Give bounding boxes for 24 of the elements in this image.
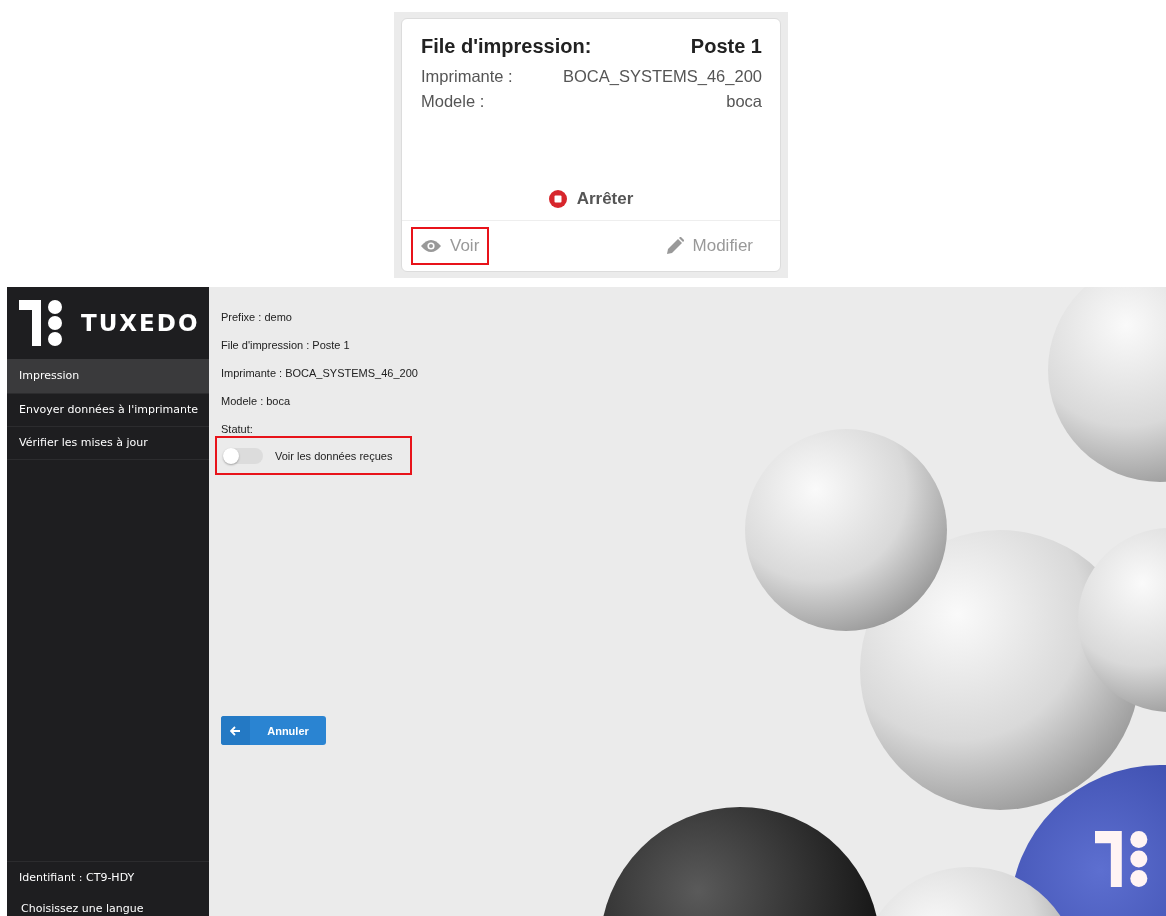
field-label: Modele : — [421, 91, 485, 112]
logo-icon — [19, 300, 65, 346]
pencil-icon — [665, 237, 684, 255]
logo-text: TUXEDO — [81, 310, 200, 336]
field-value: boca — [726, 91, 762, 112]
cancel-button[interactable]: Annuler — [221, 716, 326, 745]
eye-icon — [421, 239, 441, 253]
toggle-switch[interactable] — [223, 447, 263, 464]
language-link[interactable]: Choisissez une langue — [19, 902, 209, 916]
identifier-text: Identifiant : CT9-HDY — [19, 870, 136, 886]
detail-text: File d'impression : Poste 1 — [221, 338, 351, 353]
sidebar-item[interactable]: Impression — [7, 359, 209, 394]
stop-button[interactable]: Arrêter — [548, 189, 634, 220]
detail-text: Imprimante : BOCA_SYSTEMS_46_200 — [221, 366, 419, 381]
stop-icon — [548, 190, 567, 208]
field-label: Imprimante : — [421, 66, 513, 87]
field-value: BOCA_SYSTEMS_46_200 — [562, 66, 762, 87]
toggle-label: Voir les données reçues — [275, 449, 393, 462]
arrow-left-icon — [230, 725, 241, 736]
queue-name: Poste 1 — [690, 35, 762, 58]
detail-text: Modele : boca — [221, 394, 292, 409]
detail-text: Prefixe : demo — [221, 310, 293, 325]
detail-text: Statut: — [221, 422, 254, 437]
card-title: File d'impression: — [421, 35, 592, 58]
